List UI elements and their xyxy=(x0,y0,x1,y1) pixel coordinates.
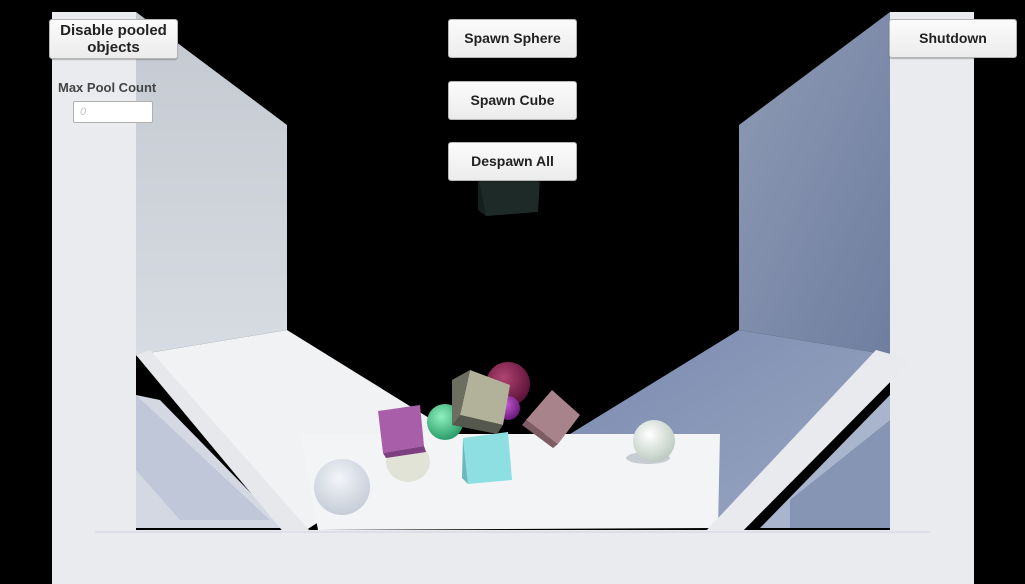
despawn-all-button[interactable]: Despawn All xyxy=(448,142,577,181)
sphere-glass xyxy=(314,459,370,515)
spawn-cube-button[interactable]: Spawn Cube xyxy=(448,81,577,120)
cube-dark-floating xyxy=(478,178,540,216)
max-pool-count-input[interactable] xyxy=(73,101,153,123)
left-wall-inner xyxy=(136,12,287,355)
spawn-sphere-button[interactable]: Spawn Sphere xyxy=(448,19,577,58)
left-wall-front xyxy=(52,12,136,584)
cube-cyan xyxy=(462,432,512,484)
right-wall-inner xyxy=(739,12,890,355)
max-pool-count-label: Max Pool Count xyxy=(58,80,157,95)
disable-pooled-objects-button[interactable]: Disable pooled objects xyxy=(49,19,178,59)
arena-base xyxy=(52,530,974,584)
sphere-white xyxy=(633,420,675,462)
right-wall-front xyxy=(890,12,974,584)
cube-magenta xyxy=(378,405,426,458)
shutdown-button[interactable]: Shutdown xyxy=(889,19,1017,58)
